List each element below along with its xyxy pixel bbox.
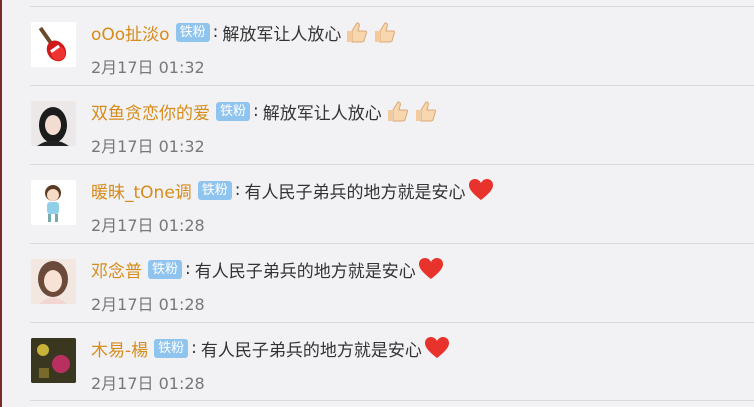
fan-badge[interactable]: 铁粉 (197, 180, 232, 200)
comment-line: 木易-楊 铁粉 : 有人民子弟兵的地方就是安心 (91, 335, 450, 361)
colon-separator: : (234, 180, 241, 200)
thumbs-up-icon (371, 19, 397, 45)
username-link[interactable]: 邓念普 (91, 257, 142, 282)
fan-badge[interactable]: 铁粉 (154, 338, 189, 358)
heart-icon (424, 336, 450, 360)
comment-line: 双鱼贪恋你的爱 铁粉 : 解放军让人放心 (91, 98, 438, 124)
avatar[interactable] (31, 22, 76, 67)
comment-text: 有人民子弟兵的地方就是安心 (244, 182, 466, 203)
colon-separator: : (185, 259, 191, 279)
comment-list: oOo扯淡o 铁粉 : 解放军让人放心 2月17日 01:32 双鱼贪恋你的爱 (30, 6, 754, 401)
timestamp: 2月17日 01:28 (91, 374, 205, 393)
username-link[interactable]: 木易-楊 (91, 336, 148, 361)
comment-line: 邓念普 铁粉 : 有人民子弟兵的地方就是安心 (91, 256, 444, 282)
avatar[interactable] (31, 338, 76, 383)
avatar[interactable] (31, 101, 76, 146)
comment-item: oOo扯淡o 铁粉 : 解放军让人放心 2月17日 01:32 (30, 6, 754, 85)
avatar[interactable] (31, 259, 76, 304)
timestamp: 2月17日 01:28 (91, 295, 205, 314)
left-border (0, 0, 2, 407)
comment-item: 双鱼贪恋你的爱 铁粉 : 解放军让人放心 2月17日 01:32 (30, 85, 754, 164)
heart-icon (468, 178, 494, 202)
colon-separator: : (253, 101, 259, 121)
comment-item: 暖昧_tOne调 铁粉 : 有人民子弟兵的地方就是安心 2月17日 01:28 (30, 164, 754, 243)
thumbs-up-icon (384, 98, 410, 124)
comment-line: oOo扯淡o 铁粉 : 解放军让人放心 (91, 19, 397, 45)
thumbs-up-icon (412, 98, 438, 124)
comment-line: 暖昧_tOne调 铁粉 : 有人民子弟兵的地方就是安心 (91, 177, 494, 203)
avatar[interactable] (31, 180, 76, 225)
fan-badge[interactable]: 铁粉 (175, 22, 210, 42)
comment-text: 解放军让人放心 (262, 103, 382, 124)
comment-item: 邓念普 铁粉 : 有人民子弟兵的地方就是安心 2月17日 01:28 (30, 243, 754, 322)
comment-item: 木易-楊 铁粉 : 有人民子弟兵的地方就是安心 2月17日 01:28 (30, 322, 754, 401)
comment-text: 有人民子弟兵的地方就是安心 (194, 261, 416, 282)
timestamp: 2月17日 01:32 (91, 58, 205, 77)
username-link[interactable]: oOo扯淡o (91, 20, 170, 45)
comment-text: 解放军让人放心 (222, 24, 342, 45)
username-link[interactable]: 暖昧_tOne调 (91, 178, 192, 203)
heart-icon (418, 257, 444, 281)
username-link[interactable]: 双鱼贪恋你的爱 (91, 99, 210, 124)
colon-separator: : (191, 338, 197, 358)
comment-text: 有人民子弟兵的地方就是安心 (200, 340, 422, 361)
colon-separator: : (212, 22, 219, 42)
timestamp: 2月17日 01:28 (91, 216, 205, 235)
timestamp: 2月17日 01:32 (91, 137, 205, 156)
thumbs-up-icon (343, 19, 369, 45)
fan-badge[interactable]: 铁粉 (148, 259, 183, 279)
fan-badge[interactable]: 铁粉 (216, 101, 251, 121)
